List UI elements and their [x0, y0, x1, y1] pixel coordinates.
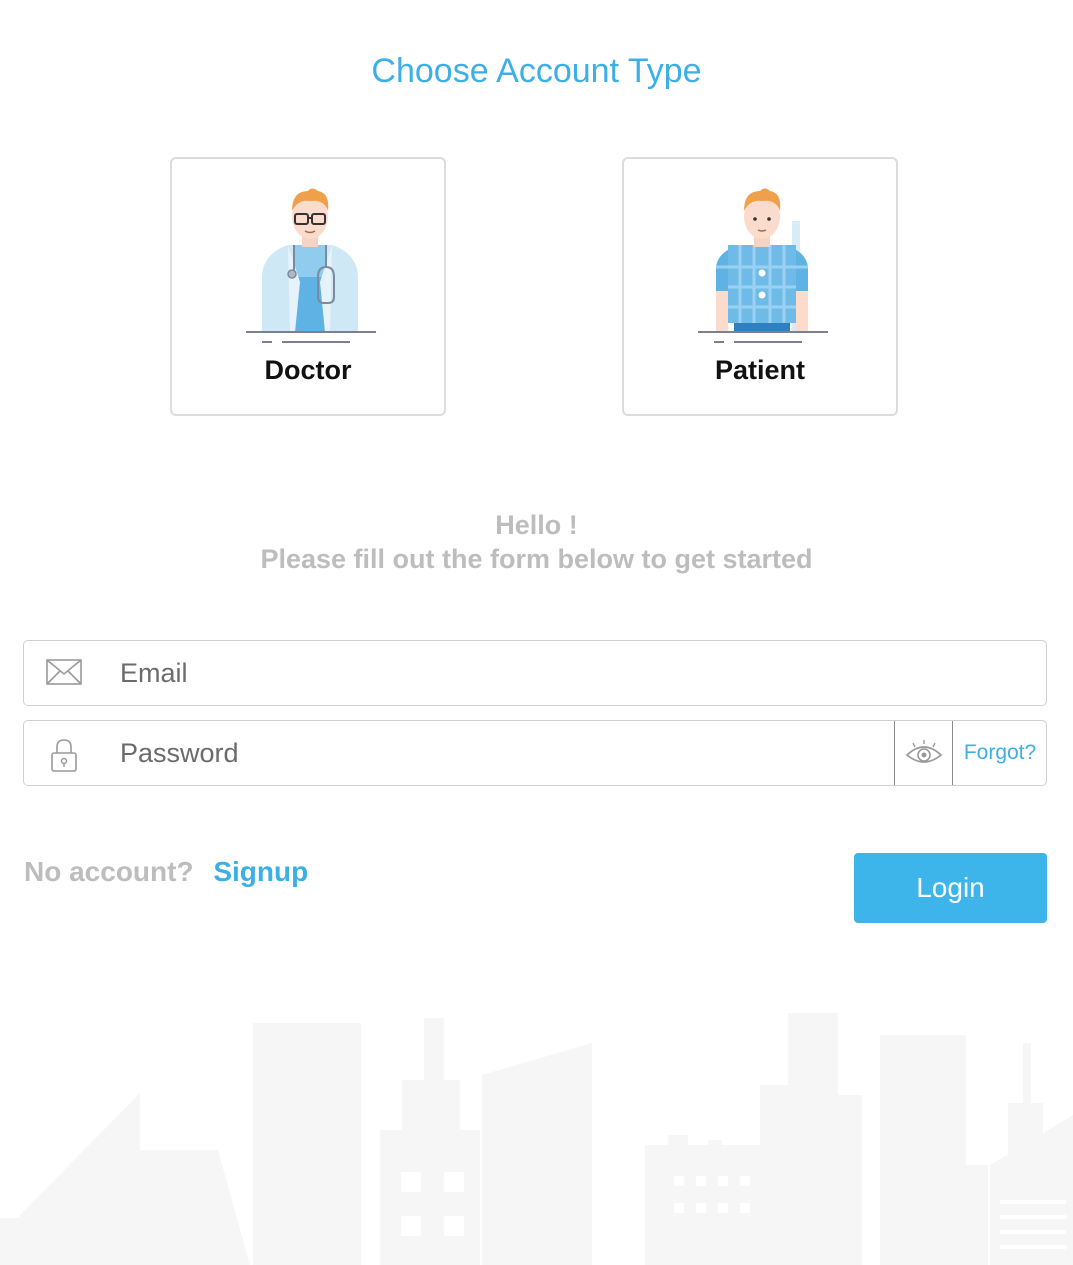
signup-link[interactable]: Signup — [213, 856, 308, 887]
patient-avatar-icon — [698, 188, 828, 343]
doctor-avatar-icon — [246, 188, 376, 343]
login-button[interactable]: Login — [854, 853, 1047, 923]
patient-label: Patient — [714, 355, 806, 385]
account-login-screen: Choose Account Type Doctor Patient Hello… — [0, 0, 1073, 1265]
password-input[interactable] — [120, 721, 860, 785]
page-title: Choose Account Type — [371, 52, 702, 90]
eye-icon — [905, 740, 943, 763]
greeting-text: Hello ! Please fill out the form below t… — [0, 508, 1073, 576]
email-field — [23, 640, 1047, 706]
greeting-line-2: Please fill out the form below to get st… — [260, 544, 813, 574]
no-account-text: No account? — [24, 856, 194, 887]
show-password-toggle[interactable] — [894, 721, 953, 785]
signup-row: No account? Signup — [24, 853, 308, 891]
password-field: Forgot? — [23, 720, 1047, 786]
forgot-password-link[interactable]: Forgot? — [953, 721, 1047, 785]
email-input[interactable] — [120, 641, 1020, 705]
envelope-icon — [46, 659, 82, 685]
greeting-line-1: Hello ! — [495, 510, 578, 540]
doctor-label: Doctor — [264, 355, 352, 385]
account-type-doctor-card[interactable]: Doctor — [170, 157, 446, 416]
lock-icon — [51, 739, 77, 772]
account-type-patient-card[interactable]: Patient — [622, 157, 898, 416]
